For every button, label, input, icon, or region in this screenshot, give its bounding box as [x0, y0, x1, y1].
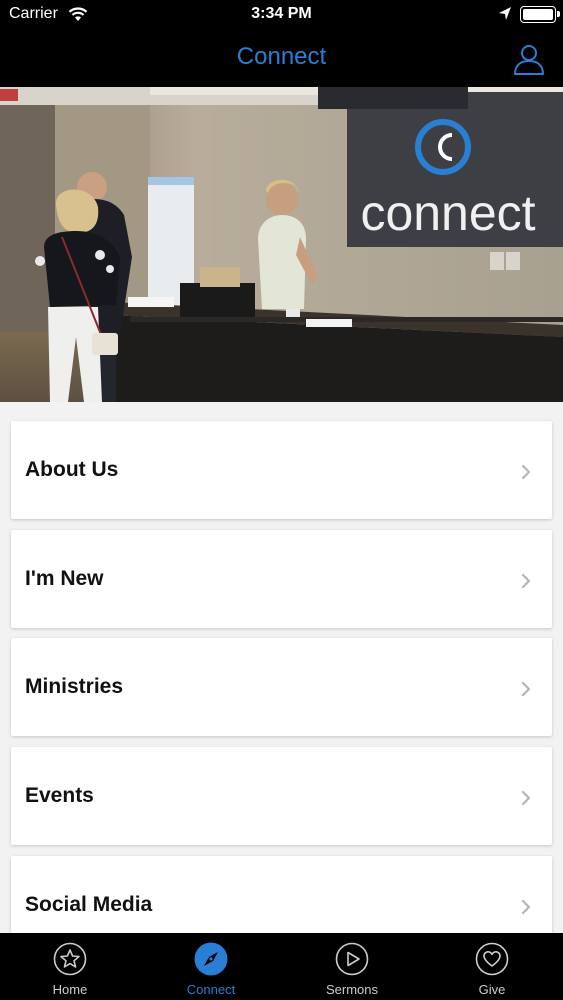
star-icon	[53, 942, 87, 976]
welcome-desk-photo: connect	[0, 87, 563, 402]
menu-item-label: About Us	[25, 458, 119, 481]
connect-menu-list: About Us I'm New Ministries Events Socia…	[0, 402, 563, 933]
chevron-right-icon	[521, 464, 531, 480]
compass-icon	[194, 942, 228, 976]
heart-icon	[475, 942, 509, 976]
location-arrow-icon	[499, 7, 511, 20]
sign-text: connect	[360, 185, 535, 241]
menu-item-im-new[interactable]: I'm New	[11, 530, 552, 628]
navigation-bar: Connect	[0, 30, 563, 87]
tab-connect[interactable]: Connect	[141, 933, 281, 1000]
menu-item-label: Social Media	[25, 893, 153, 916]
chevron-right-icon	[521, 899, 531, 915]
chevron-right-icon	[521, 573, 531, 589]
tab-give[interactable]: Give	[422, 933, 562, 1000]
chevron-right-icon	[521, 790, 531, 806]
menu-item-label: I'm New	[25, 567, 104, 590]
hero-image: connect	[0, 87, 563, 402]
menu-item-about-us[interactable]: About Us	[11, 421, 552, 519]
battery-icon	[520, 6, 560, 23]
chevron-right-icon	[521, 681, 531, 697]
person-icon[interactable]	[512, 42, 546, 76]
tab-label: Connect	[186, 982, 236, 997]
menu-item-label: Events	[25, 784, 94, 807]
tab-home[interactable]: Home	[0, 933, 140, 1000]
play-icon	[335, 942, 369, 976]
menu-item-events[interactable]: Events	[11, 747, 552, 845]
status-bar: Carrier 3:34 PM	[0, 0, 563, 30]
page-title: Connect	[236, 43, 327, 70]
menu-item-social-media[interactable]: Social Media	[11, 856, 552, 933]
tab-label: Give	[478, 982, 506, 997]
tab-bar: Home Connect Sermons Give	[0, 933, 563, 1000]
tab-sermons[interactable]: Sermons	[282, 933, 422, 1000]
tab-label: Home	[52, 982, 88, 997]
menu-item-label: Ministries	[25, 675, 124, 698]
menu-item-ministries[interactable]: Ministries	[11, 638, 552, 736]
clock: 3:34 PM	[251, 5, 312, 22]
tab-label: Sermons	[325, 982, 379, 997]
